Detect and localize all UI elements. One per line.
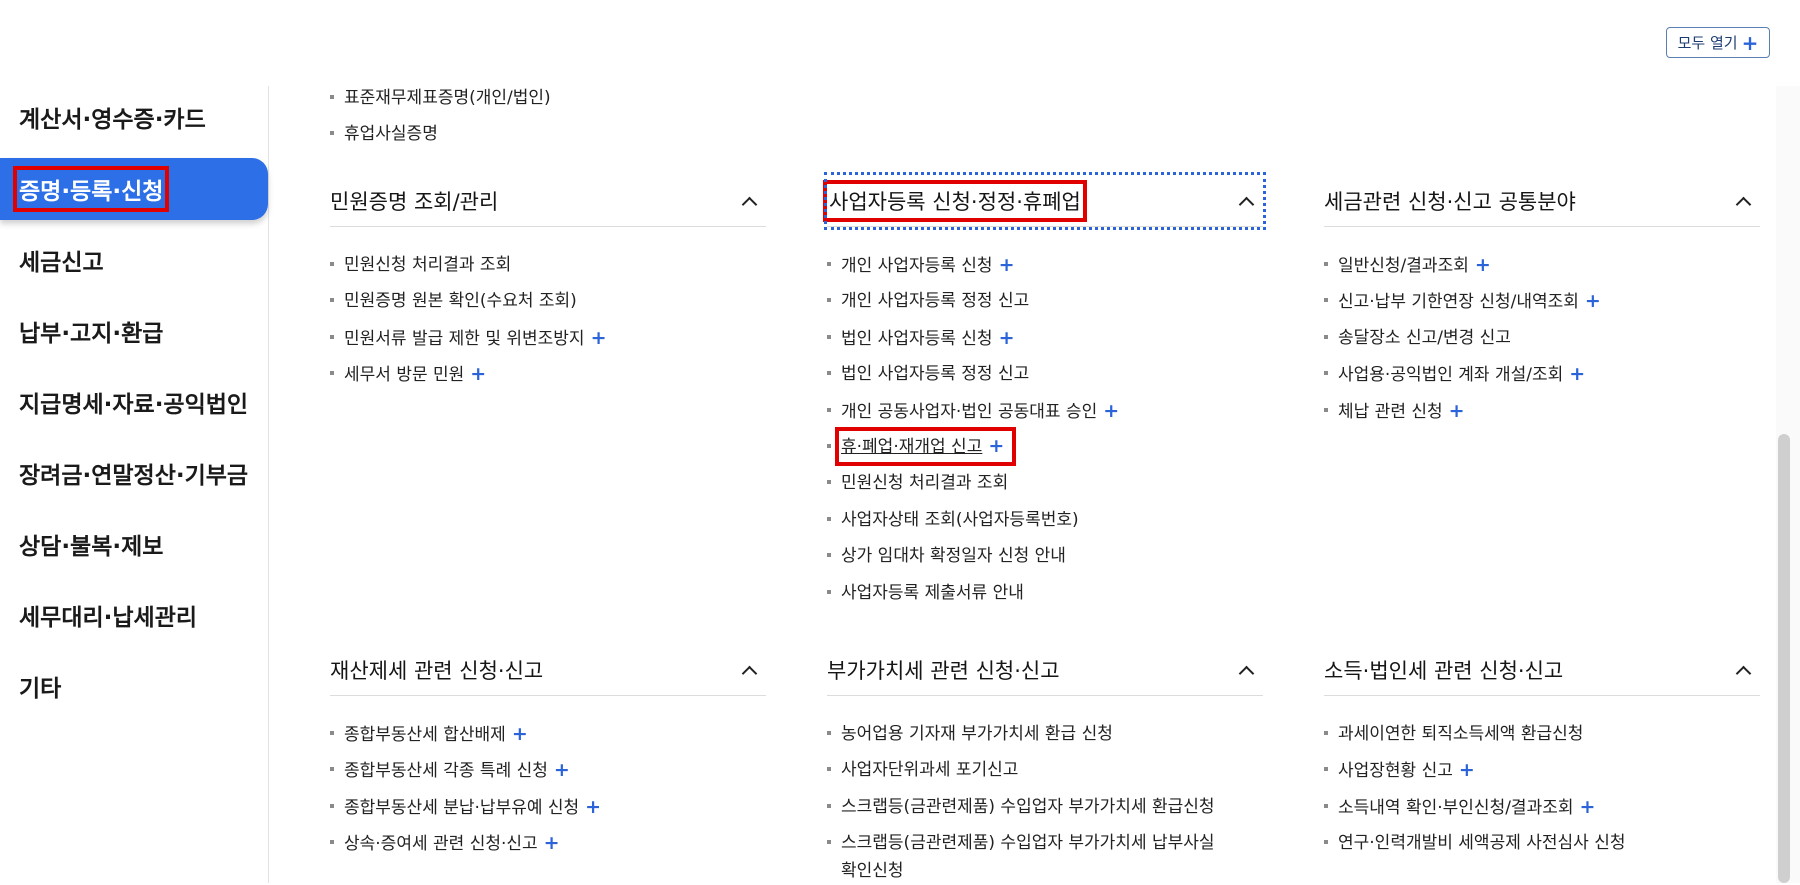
plus-icon[interactable]: + bbox=[554, 759, 570, 781]
plus-icon[interactable]: + bbox=[1103, 400, 1119, 422]
list-item[interactable]: 휴업사실증명 bbox=[330, 116, 551, 152]
plus-icon[interactable]: + bbox=[1580, 796, 1596, 818]
list-item[interactable]: 종합부동산세 분납·납부유예 신청 + bbox=[330, 789, 766, 825]
plus-icon[interactable]: + bbox=[1569, 363, 1585, 385]
list-item[interactable]: 소득내역 확인·부인신청/결과조회 + bbox=[1324, 789, 1760, 825]
top-list: 표준재무제표증명(개인/법인) 휴업사실증명 bbox=[330, 80, 551, 153]
section-header[interactable]: 재산제세 관련 신청·신고 bbox=[330, 644, 766, 696]
list-item[interactable]: 개인 사업자등록 신청 + bbox=[827, 247, 1263, 283]
plus-icon[interactable]: + bbox=[1475, 254, 1491, 276]
list-item[interactable]: 송달장소 신고/변경 신고 bbox=[1324, 320, 1760, 356]
chevron-up-icon[interactable] bbox=[1736, 663, 1750, 677]
sidebar-item-label: 증명·등록·신청 bbox=[12, 166, 170, 212]
list-item[interactable]: 연구·인력개발비 세액공제 사전심사 신청 bbox=[1324, 825, 1760, 861]
sidebar-item-certificates[interactable]: 증명·등록·신청 bbox=[0, 158, 268, 220]
section-civil-certificates: 민원증명 조회/관리 민원신청 처리결과 조회 민원증명 원본 확인(수요처 조… bbox=[330, 175, 766, 393]
list-item[interactable]: 종합부동산세 각종 특례 신청 + bbox=[330, 752, 766, 788]
list-item[interactable]: 사업용·공익법인 계좌 개설/조회 + bbox=[1324, 356, 1760, 392]
list-item[interactable]: 법인 사업자등록 정정 신고 bbox=[827, 356, 1263, 392]
plus-icon[interactable]: + bbox=[1459, 759, 1475, 781]
section-vat: 부가가치세 관련 신청·신고 농어업용 기자재 부가가치세 환급 신청 사업자단… bbox=[827, 644, 1263, 885]
list-item[interactable]: 법인 사업자등록 신청 + bbox=[827, 320, 1263, 356]
sidebar-item-tax-return[interactable]: 세금신고 bbox=[0, 229, 268, 291]
plus-icon[interactable]: + bbox=[585, 796, 601, 818]
list-item[interactable]: 스크랩등(금관련제품) 수입업자 부가가치세 환급신청 bbox=[827, 789, 1263, 825]
sidebar-item-incentives[interactable]: 장려금·연말정산·기부금 bbox=[0, 442, 268, 504]
list-item[interactable]: 종합부동산세 합산배제 + bbox=[330, 716, 766, 752]
list-item[interactable]: 개인 사업자등록 정정 신고 bbox=[827, 283, 1263, 319]
section-header[interactable]: 소득·법인세 관련 신청·신고 bbox=[1324, 644, 1760, 696]
sidebar-item-others[interactable]: 기타 bbox=[0, 655, 268, 717]
list-item[interactable]: 개인 공동사업자·법인 공동대표 승인 + bbox=[827, 393, 1263, 429]
section-title: 소득·법인세 관련 신청·신고 bbox=[1324, 658, 1564, 683]
list-item[interactable]: 상속·증여세 관련 신청·신고 + bbox=[330, 825, 766, 861]
list-item[interactable]: 민원증명 원본 확인(수요처 조회) bbox=[330, 283, 766, 319]
section-header[interactable]: 사업자등록 신청·정정·휴폐업 bbox=[823, 172, 1266, 230]
list-item[interactable]: 표준재무제표증명(개인/법인) bbox=[330, 80, 551, 116]
chevron-up-icon[interactable] bbox=[742, 663, 756, 677]
sidebar-item-statements[interactable]: 지급명세·자료·공익법인 bbox=[0, 371, 268, 433]
expand-all-label: 모두 열기 bbox=[1677, 34, 1738, 52]
section-title: 세금관련 신청·신고 공통분야 bbox=[1324, 189, 1576, 214]
plus-icon[interactable]: + bbox=[1449, 400, 1465, 422]
sidebar-item-agent[interactable]: 세무대리·납세관리 bbox=[0, 584, 268, 646]
plus-icon: + bbox=[1741, 30, 1759, 55]
list-item[interactable]: 세무서 방문 민원 + bbox=[330, 356, 766, 392]
list-item[interactable]: 체납 관련 신청 + bbox=[1324, 393, 1760, 429]
section-title: 부가가치세 관련 신청·신고 bbox=[827, 658, 1060, 683]
list-item-closure-highlighted[interactable]: 휴·폐업·재개업 신고 + bbox=[827, 426, 1263, 466]
plus-icon[interactable]: + bbox=[512, 723, 528, 745]
expand-all-button[interactable]: 모두 열기 + bbox=[1666, 27, 1770, 58]
list-item[interactable]: 과세이연한 퇴직소득세액 환급신청 bbox=[1324, 716, 1760, 752]
list-item[interactable]: 신고·납부 기한연장 신청/내역조회 + bbox=[1324, 283, 1760, 319]
sidebar-item-payment[interactable]: 납부·고지·환급 bbox=[0, 300, 268, 362]
list-item[interactable]: 일반신청/결과조회 + bbox=[1324, 247, 1760, 283]
list-item[interactable]: 사업자단위과세 포기신고 bbox=[827, 752, 1263, 788]
section-business-registration: 사업자등록 신청·정정·휴폐업 개인 사업자등록 신청 + 개인 사업자등록 정정… bbox=[823, 172, 1266, 611]
section-header[interactable]: 부가가치세 관련 신청·신고 bbox=[827, 644, 1263, 696]
plus-icon[interactable]: + bbox=[1585, 290, 1601, 312]
section-title: 재산제세 관련 신청·신고 bbox=[330, 658, 544, 683]
plus-icon[interactable]: + bbox=[591, 327, 607, 349]
sidebar-item-invoices[interactable]: 계산서·영수증·카드 bbox=[0, 86, 268, 148]
list-item[interactable]: 민원신청 처리결과 조회 bbox=[330, 247, 766, 283]
sidebar: 계산서·영수증·카드 증명·등록·신청 세금신고 납부·고지·환급 지급명세·자… bbox=[0, 86, 269, 883]
list-item[interactable]: 스크랩등(금관련제품) 수입업자 부가가치세 납부사실 확인신청 bbox=[827, 825, 1263, 885]
section-income-corporate-tax: 소득·법인세 관련 신청·신고 과세이연한 퇴직소득세액 환급신청 사업장현황 … bbox=[1324, 644, 1760, 862]
sidebar-item-consulting[interactable]: 상담·불복·제보 bbox=[0, 513, 268, 575]
scrollbar[interactable] bbox=[1776, 86, 1800, 883]
plus-icon[interactable]: + bbox=[988, 435, 1004, 457]
section-header[interactable]: 민원증명 조회/관리 bbox=[330, 175, 766, 227]
chevron-up-icon[interactable] bbox=[1239, 663, 1253, 677]
chevron-up-icon[interactable] bbox=[1239, 194, 1253, 208]
list-item[interactable]: 상가 임대차 확정일자 신청 안내 bbox=[827, 538, 1263, 574]
list-item[interactable]: 민원신청 처리결과 조회 bbox=[827, 465, 1263, 501]
section-header[interactable]: 세금관련 신청·신고 공통분야 bbox=[1324, 175, 1760, 227]
plus-icon[interactable]: + bbox=[470, 363, 486, 385]
section-title: 사업자등록 신청·정정·휴폐업 bbox=[823, 179, 1087, 222]
list-item[interactable]: 사업자등록 제출서류 안내 bbox=[827, 575, 1263, 611]
plus-icon[interactable]: + bbox=[999, 327, 1015, 349]
section-tax-common: 세금관련 신청·신고 공통분야 일반신청/결과조회 + 신고·납부 기한연장 신청… bbox=[1324, 175, 1760, 429]
chevron-up-icon[interactable] bbox=[1736, 194, 1750, 208]
chevron-up-icon[interactable] bbox=[742, 194, 756, 208]
section-property-tax: 재산제세 관련 신청·신고 종합부동산세 합산배제 + 종합부동산세 각종 특례 … bbox=[330, 644, 766, 862]
plus-icon[interactable]: + bbox=[999, 254, 1015, 276]
list-item[interactable]: 민원서류 발급 제한 및 위변조방지 + bbox=[330, 320, 766, 356]
list-item[interactable]: 사업장현황 신고 + bbox=[1324, 752, 1760, 788]
list-item[interactable]: 농어업용 기자재 부가가치세 환급 신청 bbox=[827, 716, 1263, 752]
list-item[interactable]: 사업자상태 조회(사업자등록번호) bbox=[827, 502, 1263, 538]
plus-icon[interactable]: + bbox=[544, 832, 560, 854]
scrollbar-thumb[interactable] bbox=[1778, 434, 1790, 883]
section-title: 민원증명 조회/관리 bbox=[330, 189, 499, 214]
